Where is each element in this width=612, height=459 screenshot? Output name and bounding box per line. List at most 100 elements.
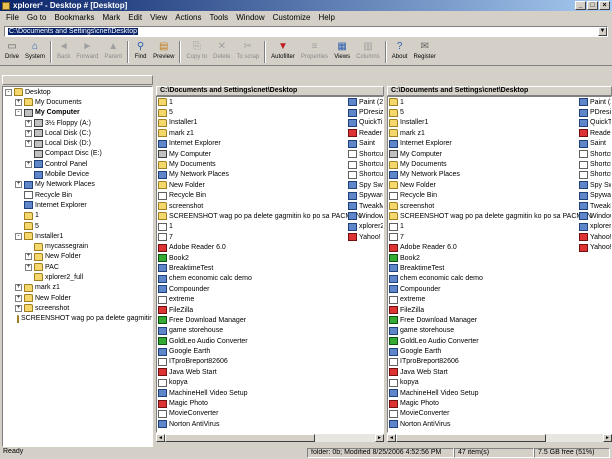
left-file-list[interactable]: 1 5 Installer1 mark z1 Internet Explorer My C… xyxy=(156,96,384,433)
file-item[interactable]: FileZilla xyxy=(389,305,592,315)
menu-file[interactable]: File xyxy=(2,13,23,22)
tree-item[interactable]: + Local Disk (D:) xyxy=(3,138,152,148)
file-item[interactable]: Free Download Manager xyxy=(389,315,592,325)
file-item[interactable]: MovieConverter xyxy=(158,409,361,419)
file-item[interactable]: Adobe Reader 6.0 xyxy=(158,242,361,252)
file-item[interactable]: ITproBreport82606 xyxy=(389,357,592,367)
right-file-list[interactable]: 1 5 Installer1 mark z1 Internet Explorer My C… xyxy=(387,96,612,433)
file-item[interactable]: 1 xyxy=(158,97,361,107)
file-item[interactable]: Recycle Bin xyxy=(158,191,361,201)
scroll-thumb[interactable] xyxy=(396,434,546,442)
expand-icon[interactable]: + xyxy=(25,119,32,127)
file-item[interactable]: My Network Places xyxy=(158,170,361,180)
expand-icon[interactable]: + xyxy=(15,284,22,292)
file-item[interactable]: Shortcut xyxy=(579,170,611,180)
toolbar-back-button[interactable]: ◄ Back xyxy=(54,40,73,60)
scroll-left-icon[interactable]: ◄ xyxy=(156,434,165,442)
file-item[interactable]: SCREENSHOT wag po pa delete gagmitin ko … xyxy=(158,211,361,221)
file-item[interactable]: Internet Explorer xyxy=(389,139,592,149)
expand-icon[interactable]: + xyxy=(25,140,32,148)
tree-item[interactable]: - Desktop xyxy=(3,87,152,97)
file-item[interactable]: 7 xyxy=(389,232,592,242)
menu-edit[interactable]: Edit xyxy=(124,13,146,22)
tree-item[interactable]: + New Folder xyxy=(3,252,152,262)
file-item[interactable]: Paint (2) xyxy=(348,97,383,107)
menu-goto[interactable]: Go to xyxy=(23,13,51,22)
file-item[interactable]: Java Web Start xyxy=(389,367,592,377)
tree-item[interactable]: mycassegrain xyxy=(3,241,152,251)
file-item[interactable]: Magic Photo xyxy=(389,398,592,408)
file-item[interactable]: chem economic calc demo xyxy=(389,274,592,284)
file-item[interactable]: MovieConverter xyxy=(389,409,592,419)
tree-item[interactable]: Internet Explorer xyxy=(3,200,152,210)
tree-item[interactable]: + screenshot xyxy=(3,303,152,313)
menu-bookmarks[interactable]: Bookmarks xyxy=(50,13,98,22)
file-item[interactable]: Reader xyxy=(348,128,383,138)
toolbar-autofilter-button[interactable]: ▼ Autofilter xyxy=(268,40,298,60)
file-item[interactable]: BreaktimeTest xyxy=(389,263,592,273)
file-item[interactable]: Book2 xyxy=(158,253,361,263)
menu-customize[interactable]: Customize xyxy=(269,13,315,22)
file-item[interactable]: Book2 xyxy=(389,253,592,263)
toolbar-drive-button[interactable]: ▭ Drive xyxy=(2,40,22,60)
expand-icon[interactable]: + xyxy=(15,294,22,302)
file-item[interactable]: 1 xyxy=(158,222,361,232)
toolbar-to-scrap-button[interactable]: ✂ To scrap xyxy=(233,40,262,60)
file-item[interactable]: mark z1 xyxy=(389,128,592,138)
file-item[interactable]: PDresize xyxy=(579,107,611,117)
file-item[interactable]: Compounder xyxy=(389,284,592,294)
file-item[interactable]: ITproBreport82606 xyxy=(158,357,361,367)
toolbar-columns-button[interactable]: ▥ Columns xyxy=(353,40,383,60)
file-item[interactable]: Magic Photo xyxy=(158,398,361,408)
file-item[interactable]: Shortcut xyxy=(348,149,383,159)
tree-item[interactable]: + New Folder xyxy=(3,293,152,303)
expand-icon[interactable]: + xyxy=(15,304,22,312)
file-item[interactable]: Google Earth xyxy=(389,346,592,356)
address-input[interactable]: C:\Documents and Settings\cnet\Desktop ▼ xyxy=(4,26,608,37)
file-item[interactable]: Yahoo! M xyxy=(348,232,383,242)
file-item[interactable]: Adobe Reader 6.0 xyxy=(389,242,592,252)
tree-item[interactable]: Recycle Bin xyxy=(3,190,152,200)
file-item[interactable]: My Computer xyxy=(389,149,592,159)
toolbar-forward-button[interactable]: ► Forward xyxy=(73,40,101,60)
file-item[interactable]: MachineHell Video Setup xyxy=(158,388,361,398)
file-item[interactable]: Norton AntiVirus xyxy=(158,419,361,429)
tree-item[interactable]: SCREENSHOT wag po pa delete gagmitin xyxy=(3,314,152,324)
file-item[interactable]: Yahoo! M xyxy=(579,232,611,242)
file-item[interactable]: Shortcut xyxy=(348,170,383,180)
file-item[interactable]: xplorer2 xyxy=(579,222,611,232)
tree-item[interactable]: +3½ Floppy (A:) xyxy=(3,118,152,128)
file-item[interactable]: Installer1 xyxy=(158,118,361,128)
toolbar-delete-button[interactable]: ✕ Delete xyxy=(210,40,233,60)
file-item[interactable]: My Computer xyxy=(158,149,361,159)
tree-item[interactable]: + mark z1 xyxy=(3,283,152,293)
minimize-button[interactable]: _ xyxy=(575,1,586,10)
menu-view[interactable]: View xyxy=(146,13,171,22)
file-item[interactable]: extreme xyxy=(158,294,361,304)
toolbar-properties-button[interactable]: ≡ Properties xyxy=(298,40,331,60)
file-item[interactable]: Java Web Start xyxy=(158,367,361,377)
file-item[interactable]: GoldLeo Audio Converter xyxy=(158,336,361,346)
file-item[interactable]: 5 xyxy=(389,107,592,117)
expand-icon[interactable]: + xyxy=(25,263,32,271)
tree-item[interactable]: + PAC xyxy=(3,262,152,272)
menu-actions[interactable]: Actions xyxy=(171,13,205,22)
toolbar-about-button[interactable]: ? About xyxy=(389,40,411,60)
file-item[interactable]: 1 xyxy=(389,222,592,232)
file-item[interactable]: GoldLeo Audio Converter xyxy=(389,336,592,346)
file-item[interactable]: Paint (2) xyxy=(579,97,611,107)
file-item[interactable]: mark z1 xyxy=(158,128,361,138)
right-hscrollbar[interactable]: ◄ ► xyxy=(387,433,612,442)
folder-tree[interactable]: - Desktop + My Documents - My Computer +3½ Flo… xyxy=(2,86,153,447)
scroll-right-icon[interactable]: ► xyxy=(375,434,384,442)
file-item[interactable]: kopya xyxy=(389,378,592,388)
menu-window[interactable]: Window xyxy=(232,13,268,22)
file-item[interactable]: Shortcut xyxy=(579,149,611,159)
expand-icon[interactable]: + xyxy=(25,160,32,168)
expand-icon[interactable]: + xyxy=(25,253,32,261)
left-hscrollbar[interactable]: ◄ ► xyxy=(156,433,384,442)
file-item[interactable]: Spyware xyxy=(579,191,611,201)
file-item[interactable]: Installer1 xyxy=(389,118,592,128)
file-item[interactable]: xplorer2 xyxy=(348,222,383,232)
file-item[interactable]: Shortcut xyxy=(348,159,383,169)
